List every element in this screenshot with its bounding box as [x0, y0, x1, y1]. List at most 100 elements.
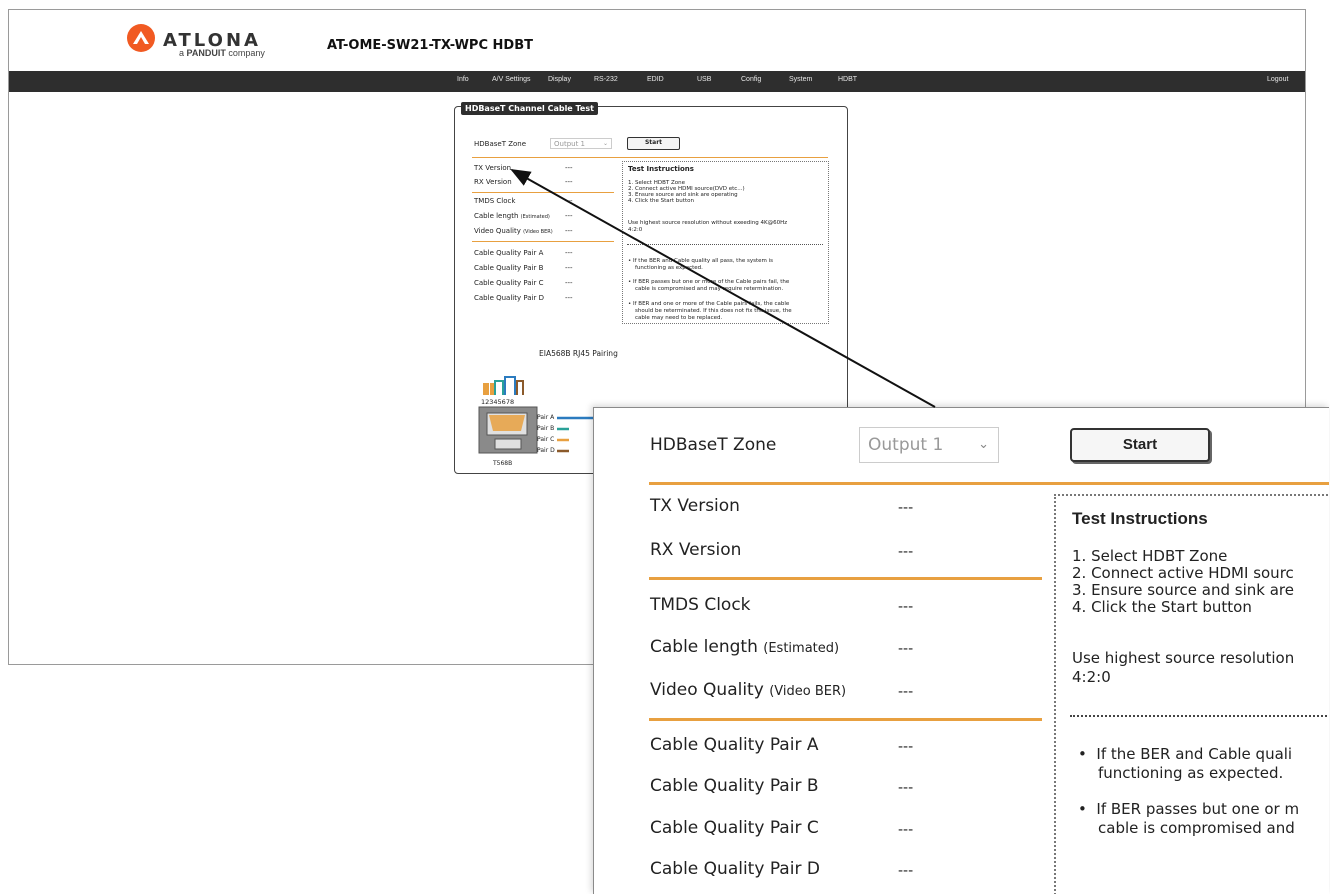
zoom-video-quality-note: (Video BER) [769, 684, 847, 699]
cable-length-text: Cable length [474, 212, 519, 220]
nav-item-usb[interactable]: USB [697, 76, 711, 83]
zoom-rx-version-label: RX Version [650, 540, 742, 560]
nav-item-display[interactable]: Display [548, 76, 571, 83]
zoom-cable-length-note: (Estimated) [763, 641, 840, 656]
bullet-3-line-1: If BER and one or more of the Cable pair… [633, 301, 790, 307]
bullet-1-line-1: If the BER and Cable quality all pass, t… [633, 258, 773, 264]
pair-b-label: Cable Quality Pair B [474, 264, 544, 272]
zoom-bullet-2-line-2: cable is compromised and [1098, 819, 1295, 837]
zoom-instruction-step-2: 2. Connect active HDMI sourc [1072, 564, 1294, 582]
divider [472, 157, 828, 158]
zone-label: HDBaseT Zone [474, 140, 527, 148]
zoom-tmds-clock-label: TMDS Clock [650, 595, 751, 615]
instruction-step-4: 4. Click the Start button [628, 198, 694, 204]
rx-version-label: RX Version [474, 178, 512, 186]
bullet-1: • If the BER and Cable quality all pass,… [628, 258, 773, 264]
nav-item-hdbt[interactable]: HDBT [838, 76, 857, 83]
logo-tagline-brand: PANDUIT [186, 48, 226, 58]
divider [472, 192, 614, 193]
top-navbar: Info A/V Settings Display RS-232 EDID US… [9, 71, 1305, 92]
pair-c-value: --- [565, 279, 573, 287]
zoom-pair-d-label: Cable Quality Pair D [650, 859, 820, 879]
nav-item-system[interactable]: System [789, 76, 812, 83]
tmds-clock-value: --- [565, 197, 573, 205]
start-button[interactable]: Start [627, 137, 680, 150]
chevron-down-icon: ⌄ [602, 140, 608, 147]
zoom-test-instructions-box: Test Instructions 1. Select HDBT Zone 2.… [1054, 494, 1329, 894]
rj45-title: EIA568B RJ45 Pairing [539, 349, 618, 358]
panel-title: HDBaseT Channel Cable Test [461, 102, 598, 115]
tx-version-label: TX Version [474, 164, 512, 172]
bullet-3: • If BER and one or more of the Cable pa… [628, 301, 790, 307]
divider [472, 241, 614, 242]
video-quality-note: (Video BER) [523, 229, 553, 235]
divider [627, 244, 823, 245]
zoom-video-quality-text: Video Quality [650, 680, 764, 700]
zoom-instruction-step-4: 4. Click the Start button [1072, 598, 1252, 616]
video-quality-label: Video Quality (Video BER) [474, 227, 553, 235]
zoom-zone-label: HDBaseT Zone [650, 435, 777, 455]
zoom-tmds-clock-value: --- [898, 599, 914, 615]
nav-item-av-settings[interactable]: A/V Settings [492, 76, 531, 83]
divider [649, 482, 1329, 485]
zoom-instruction-step-1: 1. Select HDBT Zone [1072, 547, 1228, 565]
device-title: AT-OME-SW21-TX-WPC HDBT [327, 38, 533, 53]
nav-item-edid[interactable]: EDID [647, 76, 664, 83]
cable-length-value: --- [565, 212, 573, 220]
chevron-down-icon: ⌄ [978, 437, 989, 452]
atlona-logo: ATLONA a PANDUIT company [121, 10, 301, 66]
zoom-pair-c-value: --- [898, 822, 914, 838]
nav-item-info[interactable]: Info [457, 76, 469, 83]
pair-c-tag: Pair C [537, 436, 555, 443]
pair-c-label: Cable Quality Pair C [474, 279, 544, 287]
atlona-logo-mark-icon [127, 24, 155, 52]
nav-item-rs232[interactable]: RS-232 [594, 76, 618, 83]
nav-item-config[interactable]: Config [741, 76, 761, 83]
zoom-video-quality-value: --- [898, 684, 914, 700]
zoom-cable-length-text: Cable length [650, 637, 758, 657]
pair-a-value: --- [565, 249, 573, 257]
cable-length-note: (Estimated) [520, 214, 550, 220]
zoom-bullet-2-line-1: If BER passes but one or m [1096, 800, 1300, 818]
zoom-cable-length-label: Cable length (Estimated) [650, 637, 839, 657]
bullet-1-line-2: functioning as expected. [635, 265, 703, 271]
zone-select[interactable]: Output 1 ⌄ [550, 138, 612, 149]
tx-version-value: --- [565, 164, 573, 172]
zoom-resolution-note-line-2: 4:2:0 [1072, 668, 1111, 686]
zoom-pair-a-value: --- [898, 739, 914, 755]
zoom-tx-version-label: TX Version [650, 496, 740, 516]
resolution-note-line-2: 4:2:0 [628, 227, 643, 233]
zoom-bullet-1: • If the BER and Cable quali [1078, 745, 1293, 763]
t568b-label: T568B [493, 460, 513, 467]
pair-d-label: Cable Quality Pair D [474, 294, 544, 302]
zone-select-value: Output 1 [554, 140, 585, 148]
zoom-pair-c-label: Cable Quality Pair C [650, 818, 819, 838]
divider [1070, 715, 1329, 717]
zoom-tx-version-value: --- [898, 500, 914, 516]
tmds-clock-label: TMDS Clock [474, 197, 516, 205]
zoom-callout: HDBaseT Zone Output 1 ⌄ Start TX Version… [593, 407, 1329, 894]
divider [649, 577, 1042, 580]
zoom-zone-select[interactable]: Output 1 ⌄ [859, 427, 999, 463]
test-instructions-box: Test Instructions 1. Select HDBT Zone 2.… [622, 161, 829, 324]
zoom-rx-version-value: --- [898, 544, 914, 560]
video-quality-text: Video Quality [474, 227, 521, 235]
zoom-pair-d-value: --- [898, 863, 914, 879]
zoom-cable-length-value: --- [898, 641, 914, 657]
logo-tagline-prefix: a [179, 48, 185, 58]
logout-link[interactable]: Logout [1267, 76, 1288, 83]
zoom-pair-a-label: Cable Quality Pair A [650, 735, 819, 755]
zoom-pair-b-label: Cable Quality Pair B [650, 776, 819, 796]
video-quality-value: --- [565, 227, 573, 235]
resolution-note-line-1: Use highest source resolution without ex… [628, 220, 788, 226]
rx-version-value: --- [565, 178, 573, 186]
bullet-2-line-2: cable is compromised and may require ret… [635, 286, 784, 292]
bullet-2-line-1: If BER passes but one or more of the Cab… [633, 279, 790, 285]
bullet-3-line-3: cable may need to be replaced. [635, 315, 723, 321]
zoom-start-button[interactable]: Start [1070, 428, 1210, 462]
logo-tagline: a PANDUIT company [179, 48, 265, 58]
pair-a-tag: Pair A [537, 414, 555, 421]
zoom-bullet-1-line-2: functioning as expected. [1098, 764, 1284, 782]
pair-d-value: --- [565, 294, 573, 302]
zoom-pair-b-value: --- [898, 780, 914, 796]
